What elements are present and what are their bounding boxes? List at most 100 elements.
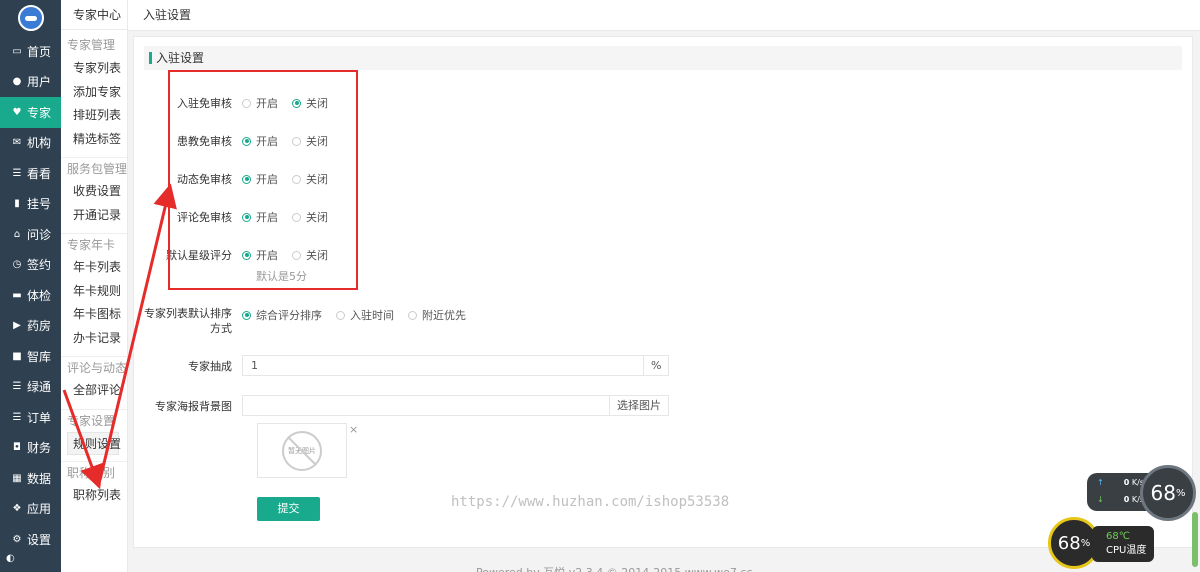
radio-option[interactable]: 关闭 — [292, 247, 328, 263]
sub-nav-item[interactable]: 收费设置 — [61, 180, 127, 204]
sub-nav-list: 专家管理 专家列表 添加专家 排班列表 精选标签 服务包管理 收费设置 开通记录 专家年卡 年卡列… — [61, 34, 127, 508]
sort-option-label: 附近优先 — [422, 309, 466, 322]
cpu-temp-value: 68℃ — [1106, 531, 1130, 542]
radio-option[interactable]: 开启 — [242, 247, 278, 263]
poster-row: 专家海报背景图 选择图片 — [134, 395, 669, 416]
play-circle-icon: ▶ — [13, 320, 21, 332]
sub-nav-item[interactable]: 开通记录 — [61, 204, 127, 228]
radio-circle-icon — [292, 212, 301, 222]
sub-nav-item[interactable]: 办卡记录 — [61, 327, 127, 351]
sub-nav-item[interactable]: 职称列表 — [61, 484, 127, 508]
sub-nav-group-title: 专家年卡 — [61, 233, 127, 256]
sub-nav-group-title: 职称类别 — [61, 461, 127, 484]
radio-option[interactable]: 开启 — [242, 209, 278, 225]
radio-option-label: 关闭 — [306, 135, 328, 148]
radio-option-label: 开启 — [256, 211, 278, 224]
nav-item-15[interactable]: ❖ 应用 — [0, 494, 61, 525]
sub-nav-item[interactable]: 专家列表 — [61, 57, 127, 81]
nav-item-10[interactable]: ■ 智库 — [0, 341, 61, 372]
nav-item-label: 首页 — [27, 44, 52, 59]
memory-gauge[interactable]: 68% — [1140, 465, 1196, 521]
nav-item-14[interactable]: ▦ 数据 — [0, 463, 61, 494]
monitor-icon: ▭ — [12, 45, 22, 57]
sort-option[interactable]: 入驻时间 — [336, 307, 394, 323]
radio-circle-icon — [336, 310, 345, 320]
nav-item-1[interactable]: ● 用户 — [0, 67, 61, 98]
logo[interactable] — [0, 0, 61, 36]
nav-item-13[interactable]: ◘ 财务 — [0, 433, 61, 464]
radio-circle-icon — [242, 174, 251, 184]
sub-nav-item[interactable]: 年卡图标 — [61, 303, 127, 327]
nav-item-2[interactable]: ♥ 专家 — [0, 97, 61, 128]
radio-option-label: 关闭 — [306, 173, 328, 186]
nav-item-label: 专家 — [27, 105, 52, 120]
theme-toggle[interactable]: ◐ — [0, 544, 61, 572]
radio-circle-icon — [242, 136, 251, 146]
half-circle-icon: ◐ — [6, 552, 15, 564]
poster-input[interactable] — [242, 395, 610, 416]
nav-item-3[interactable]: ✉ 机构 — [0, 128, 61, 159]
download-arrow-icon: ↓ — [1097, 495, 1104, 504]
nav-item-label: 体检 — [27, 288, 52, 303]
sort-option-label: 综合评分排序 — [256, 309, 322, 322]
remove-image-button[interactable]: × — [349, 423, 358, 436]
commission-input[interactable]: 1 — [242, 355, 644, 376]
sub-nav-item[interactable]: 精选标签 — [61, 128, 127, 152]
sub-nav-item[interactable]: 规则设置 — [67, 431, 121, 455]
radio-option[interactable]: 开启 — [242, 171, 278, 187]
nav-item-6[interactable]: ⌂ 问诊 — [0, 219, 61, 250]
radio-option[interactable]: 关闭 — [292, 171, 328, 187]
nav-item-label: 订单 — [27, 410, 52, 425]
money-icon: ◘ — [13, 442, 21, 454]
nav-item-9[interactable]: ▶ 药房 — [0, 311, 61, 342]
cubes-icon: ❖ — [12, 503, 22, 515]
list-icon: ☰ — [12, 411, 22, 423]
choose-image-button[interactable]: 选择图片 — [610, 395, 669, 416]
radio-option[interactable]: 开启 — [242, 95, 278, 111]
nav-item-11[interactable]: ☰ 绿通 — [0, 372, 61, 403]
radio-option[interactable]: 关闭 — [292, 133, 328, 149]
sort-option[interactable]: 附近优先 — [408, 307, 466, 323]
sub-nav-item[interactable]: 年卡列表 — [61, 256, 127, 280]
cpu-temp-widget: 68℃ CPU温度 — [1092, 526, 1154, 562]
nav-item-0[interactable]: ▭ 首页 — [0, 36, 61, 67]
sort-option[interactable]: 综合评分排序 — [242, 307, 322, 323]
radio-option-label: 开启 — [256, 249, 278, 262]
download-speed: 0 — [1123, 495, 1130, 504]
radio-option-label: 关闭 — [306, 97, 328, 110]
sub-nav-item[interactable]: 全部评论 — [61, 379, 127, 403]
radio-row-label: 患教免审核 — [177, 135, 232, 148]
radio-row: 入驻免审核 开启 关闭 — [134, 95, 342, 111]
nav-item-label: 绿通 — [27, 380, 52, 395]
radio-option-label: 关闭 — [306, 249, 328, 262]
radio-option[interactable]: 开启 — [242, 133, 278, 149]
sort-label: 专家列表默认排序方式 — [144, 307, 232, 335]
memory-percent-sign: % — [1175, 487, 1186, 499]
submit-button[interactable]: 提交 — [257, 497, 320, 521]
grid-icon: ▦ — [12, 472, 22, 484]
heart-icon: ♥ — [12, 106, 22, 118]
clock-icon: ◷ — [12, 259, 22, 271]
radio-option[interactable]: 关闭 — [292, 209, 328, 225]
main-content: 入驻设置 入驻设置 入驻免审核 开启 关闭 患教免审核 开启 关闭 动态免审核 开启 关闭 评论免… — [128, 0, 1200, 572]
nav-item-label: 挂号 — [27, 197, 52, 212]
nav-item-8[interactable]: ▬ 体检 — [0, 280, 61, 311]
sub-nav-group-title: 服务包管理 — [61, 157, 127, 180]
sort-row: 专家列表默认排序方式 综合评分排序 入驻时间 附近优先 — [134, 305, 480, 336]
upload-speed: 0 — [1123, 478, 1130, 487]
sub-nav-item[interactable]: 年卡规则 — [61, 280, 127, 304]
nav-item-7[interactable]: ◷ 签约 — [0, 250, 61, 281]
radio-circle-icon — [242, 212, 251, 222]
panel-title: 入驻设置 — [144, 46, 1182, 70]
nav-item-4[interactable]: ☰ 看看 — [0, 158, 61, 189]
radio-circle-icon — [242, 250, 251, 260]
radio-circle-icon — [242, 98, 251, 108]
memory-percent: 68 — [1150, 481, 1176, 505]
nav-item-12[interactable]: ☰ 订单 — [0, 402, 61, 433]
radio-row-label: 动态免审核 — [177, 173, 232, 186]
sub-nav-item[interactable]: 添加专家 — [61, 81, 127, 105]
radio-option[interactable]: 关闭 — [292, 95, 328, 111]
sub-nav-item[interactable]: 排班列表 — [61, 104, 127, 128]
scrollbar[interactable] — [1192, 512, 1198, 567]
nav-item-5[interactable]: ▮ 挂号 — [0, 189, 61, 220]
